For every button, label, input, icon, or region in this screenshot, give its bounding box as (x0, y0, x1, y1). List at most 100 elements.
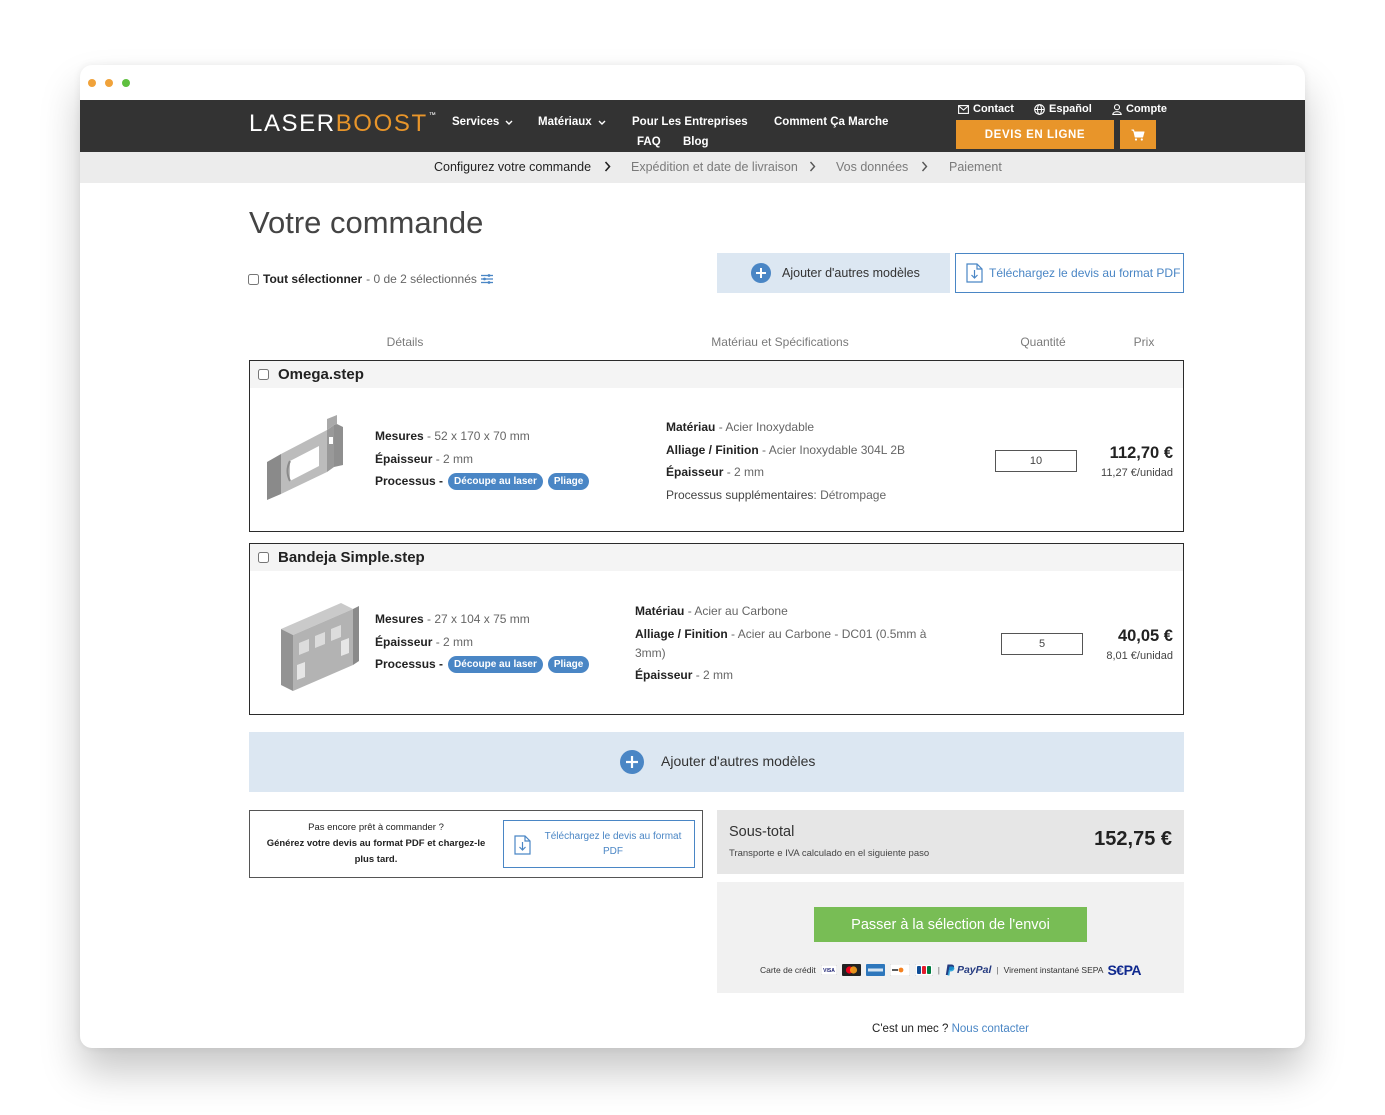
spec-row: Alliage / FinitionAcier Inoxydable 304L … (666, 441, 966, 460)
online-quote-button[interactable]: DEVIS EN LIGNE (956, 120, 1114, 149)
process-tag[interactable]: Découpe au laser (448, 656, 543, 673)
add-models-button[interactable]: Ajouter d'autres modèles (717, 253, 950, 293)
nav-blog[interactable]: Blog (683, 134, 709, 150)
add-models-label: Ajouter d'autres modèles (782, 266, 920, 280)
cart-button[interactable] (1120, 120, 1156, 149)
item-total-price: 112,70 € (1109, 444, 1173, 462)
breadcrumb-step-shipping[interactable]: Expédition et date de livraison (631, 159, 798, 175)
spec-label: Matériau (666, 420, 716, 434)
sepa-logo: S€PA (1107, 962, 1142, 978)
item-unit-price: 11,27 €/unidad (1101, 467, 1173, 479)
detail-row: Mesures27 x 104 x 75 mm (375, 610, 589, 629)
subtotal-note: Transporte e IVA calculado en el siguien… (729, 848, 930, 859)
breadcrumb-step-payment[interactable]: Paiement (949, 159, 1002, 175)
logo-boost: BOOST (335, 110, 428, 137)
breadcrumb-step-configure[interactable]: Configurez votre commande (434, 159, 591, 175)
logo-trademark: ™ (428, 112, 436, 119)
quantity-input[interactable] (1001, 633, 1083, 655)
download-pdf-button[interactable]: Téléchargez le devis au format PDF (955, 253, 1184, 293)
filter-icon[interactable] (480, 274, 493, 284)
column-header-quantity: Quantité (1020, 335, 1066, 349)
spec-row: Épaisseur2 mm (666, 463, 966, 482)
credit-card-label: Carte de crédit (759, 965, 816, 975)
spec-row: Processus supplémentairesDétrompage (666, 486, 966, 505)
mastercard-icon (841, 964, 861, 976)
column-header-price: Prix (1133, 335, 1155, 349)
detail-value: 27 x 104 x 75 mm (424, 610, 529, 629)
top-link-account[interactable]: Compte (1112, 101, 1167, 117)
site-header: LASERBOOST™ Services Matériaux Pour Les … (80, 100, 1305, 152)
spec-value: Acier au Carbone (684, 602, 787, 621)
nav-materiaux-label: Matériaux (538, 116, 592, 128)
detail-value: 52 x 170 x 70 mm (424, 427, 529, 446)
process-tag[interactable]: Découpe au laser (448, 473, 543, 490)
contact-link[interactable]: Nous contacter (952, 1023, 1029, 1035)
order-item-header: Omega.step (250, 361, 1183, 388)
top-link-contact-label: Contact (973, 103, 1014, 115)
plus-circle-icon (620, 750, 644, 774)
spec-value: Acier Inoxydable 304L 2B (759, 441, 905, 460)
page-title: Votre commande (249, 205, 484, 240)
order-item-card: Bandeja Simple.step Mesures27 x 104 x 75… (249, 543, 1184, 715)
spec-value: 2 mm (723, 463, 764, 482)
nav-services[interactable]: Services (452, 114, 513, 130)
top-link-language[interactable]: Español (1034, 101, 1092, 117)
process-tag[interactable]: Pliage (547, 656, 590, 673)
item-total-price: 40,05 € (1117, 627, 1173, 645)
window-minimize-dot[interactable] (105, 79, 113, 87)
quantity-input[interactable] (995, 450, 1077, 472)
chevron-right-icon (604, 161, 611, 172)
process-label: Processus (375, 655, 443, 674)
nav-entreprises[interactable]: Pour Les Entreprises (632, 114, 748, 130)
column-header-details: Détails (386, 335, 424, 349)
item-details: Mesures52 x 170 x 70 mm Épaisseur2 mm Pr… (375, 427, 590, 495)
add-models-bar[interactable]: Ajouter d'autres modèles (249, 732, 1184, 792)
item-price: 112,70 € 11,27 €/unidad (1101, 443, 1173, 481)
spec-row: MatériauAcier au Carbone (635, 602, 927, 621)
download-document-icon (514, 835, 531, 855)
separator: | (996, 965, 999, 975)
product-thumbnail[interactable] (263, 415, 358, 500)
download-pdf-button[interactable]: Téléchargez le devis au format PDF (503, 820, 695, 868)
pdf-later-question: Pas encore prêt à commander ? (308, 822, 444, 833)
chevron-down-icon (598, 120, 606, 125)
select-all-checkbox[interactable] (248, 273, 259, 285)
paypal-icon (945, 964, 955, 976)
item-file-name: Bandeja Simple.step (278, 549, 425, 566)
spec-label: Épaisseur (666, 465, 724, 479)
nav-services-label: Services (452, 116, 500, 128)
nav-comment-ca-marche[interactable]: Comment Ça Marche (774, 114, 888, 130)
product-thumbnail[interactable] (273, 597, 361, 693)
nav-faq[interactable]: FAQ (637, 134, 661, 150)
item-unit-price: 8,01 €/unidad (1106, 650, 1173, 662)
envelope-icon (958, 104, 969, 114)
spec-value: Acier Inoxydable (715, 418, 814, 437)
item-select-checkbox[interactable] (258, 552, 269, 563)
globe-icon (1034, 103, 1045, 115)
checkout-box: Passer à la sélection de l'envoi Carte d… (717, 882, 1184, 993)
column-header-material: Matériau et Spécifications (711, 335, 849, 349)
breadcrumb: Configurez votre commande Expédition et … (80, 152, 1305, 183)
breadcrumb-step-data[interactable]: Vos données (836, 159, 908, 175)
laserboost-logo[interactable]: LASERBOOST™ (249, 110, 436, 138)
top-link-contact[interactable]: Contact (958, 101, 1014, 117)
process-tag[interactable]: Pliage (547, 473, 590, 490)
detail-value: 2 mm (432, 633, 473, 652)
window-close-dot[interactable] (88, 79, 96, 87)
chevron-right-icon (921, 161, 928, 172)
window-maximize-dot[interactable] (122, 79, 130, 87)
detail-label: Mesures (375, 612, 424, 626)
select-all-label[interactable]: Tout sélectionner (263, 272, 362, 286)
chevron-right-icon (809, 161, 816, 172)
item-specs: MatériauAcier Inoxydable Alliage / Finit… (666, 418, 966, 508)
download-pdf-label: Téléchargez le devis au format PDF (544, 831, 682, 857)
process-row: Processus Découpe au laserPliage (375, 655, 590, 674)
plus-circle-icon (751, 263, 771, 283)
detail-label: Épaisseur (375, 451, 433, 466)
amex-icon (865, 964, 885, 976)
item-select-checkbox[interactable] (258, 369, 269, 380)
proceed-to-shipping-button[interactable]: Passer à la sélection de l'envoi (814, 907, 1087, 942)
process-label: Processus (375, 472, 443, 491)
nav-materiaux[interactable]: Matériaux (538, 114, 606, 130)
select-all-row: Tout sélectionner - 0 de 2 sélectionnés (248, 270, 493, 288)
